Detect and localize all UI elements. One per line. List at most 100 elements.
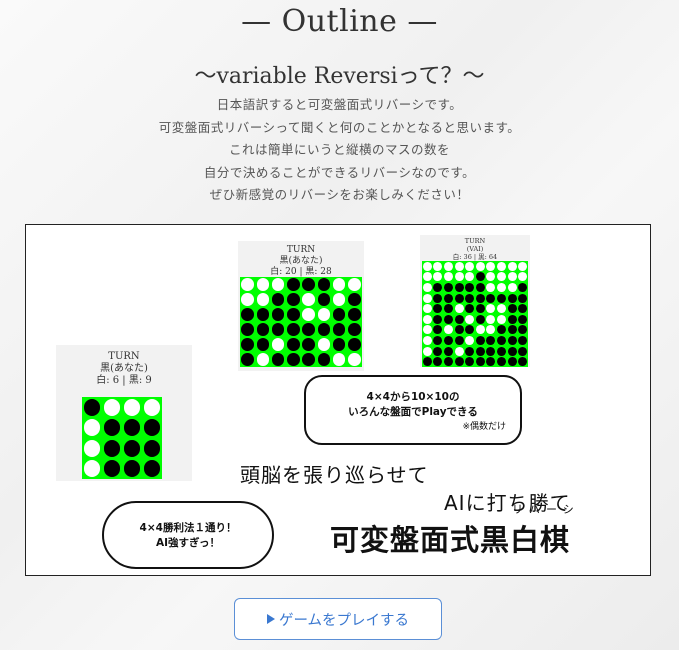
board-cell (443, 272, 454, 283)
board-cell (255, 337, 270, 352)
board-cell (433, 303, 444, 314)
board-cell (255, 292, 270, 307)
board-cell (496, 272, 507, 283)
board-cell (433, 356, 444, 367)
black-disc (317, 323, 331, 336)
score-label: 白: 36 | 黒: 64 (452, 253, 498, 261)
black-disc (518, 283, 528, 292)
board-cell (517, 335, 528, 346)
board-cell (433, 261, 444, 272)
black-disc (518, 293, 528, 303)
board-cell (475, 325, 486, 336)
white-disc (486, 304, 496, 314)
black-disc (287, 278, 300, 291)
black-disc (475, 346, 485, 356)
board-cell (507, 346, 518, 357)
board-cell (454, 335, 465, 346)
white-disc (465, 314, 475, 324)
board-cell (443, 261, 454, 272)
white-disc (256, 293, 270, 306)
black-disc (507, 293, 517, 303)
white-disc (465, 272, 475, 282)
white-disc (422, 336, 432, 345)
board-cell (507, 335, 518, 346)
play-game-button[interactable]: ゲームをプレイする (234, 598, 442, 640)
board-cell (255, 322, 270, 337)
board-cell (347, 277, 362, 292)
black-disc (486, 293, 496, 303)
board-cell (433, 325, 444, 336)
white-disc (497, 304, 506, 314)
white-disc (332, 293, 346, 306)
board-cell (486, 356, 497, 367)
promo-banner-image: TURN 黒(あなた) 白: 20 | 黒: 28 TURN (VAI) 白: … (25, 224, 651, 576)
board-cell (486, 314, 497, 325)
black-disc (287, 338, 300, 351)
turn-label: TURN (286, 245, 316, 255)
reversi-board-large (422, 261, 528, 367)
white-disc (83, 419, 101, 437)
white-disc (454, 272, 464, 282)
white-disc (103, 398, 121, 416)
board-cell (286, 292, 301, 307)
board-cell (496, 325, 507, 336)
white-disc (475, 261, 485, 271)
black-disc (317, 293, 331, 306)
black-disc (348, 293, 361, 306)
board-cell (496, 314, 507, 325)
board-cell (422, 335, 433, 346)
board-cell (475, 282, 486, 293)
board-cell (443, 314, 454, 325)
board-cell (464, 272, 475, 283)
board-cell (486, 325, 497, 336)
white-disc (454, 304, 464, 314)
board-cell (422, 282, 433, 293)
black-disc (507, 346, 517, 356)
board-cell (122, 397, 142, 418)
board-cell (443, 282, 454, 293)
black-disc (518, 346, 528, 356)
board-cell (496, 303, 507, 314)
black-disc (454, 314, 464, 324)
black-disc (143, 460, 161, 478)
white-disc (433, 261, 443, 271)
board-cell (240, 292, 255, 307)
board-cell (301, 307, 316, 322)
black-disc (444, 293, 453, 303)
description-line: 日本語訳すると可変盤面式リバーシです。 (216, 97, 463, 112)
white-disc (332, 278, 346, 291)
black-disc (256, 308, 270, 321)
black-disc (454, 357, 464, 367)
black-disc (123, 419, 141, 437)
white-disc (486, 261, 496, 271)
black-disc (507, 325, 517, 335)
board-cell (301, 352, 316, 367)
board-cell (507, 314, 518, 325)
board-cell (507, 325, 518, 336)
board-cell (454, 293, 465, 304)
white-disc (83, 439, 101, 457)
black-disc (465, 325, 475, 335)
board-cell (240, 322, 255, 337)
white-disc (422, 325, 432, 335)
play-game-label: ゲームをプレイする (278, 612, 410, 629)
black-disc (465, 293, 475, 303)
black-disc (454, 283, 464, 292)
white-disc (422, 272, 432, 282)
white-disc (302, 308, 315, 321)
board-cell (486, 261, 497, 272)
white-disc (486, 272, 496, 282)
board-cell (517, 282, 528, 293)
board-cell (240, 337, 255, 352)
board-cell (240, 352, 255, 367)
board-cell (464, 325, 475, 336)
board-cell (517, 356, 528, 367)
board-cell (422, 325, 433, 336)
black-disc (103, 419, 121, 437)
board-cell (507, 356, 518, 367)
white-disc (422, 304, 432, 314)
black-disc (497, 346, 506, 356)
black-disc (302, 323, 315, 336)
black-disc (348, 308, 361, 321)
white-disc (241, 293, 254, 306)
